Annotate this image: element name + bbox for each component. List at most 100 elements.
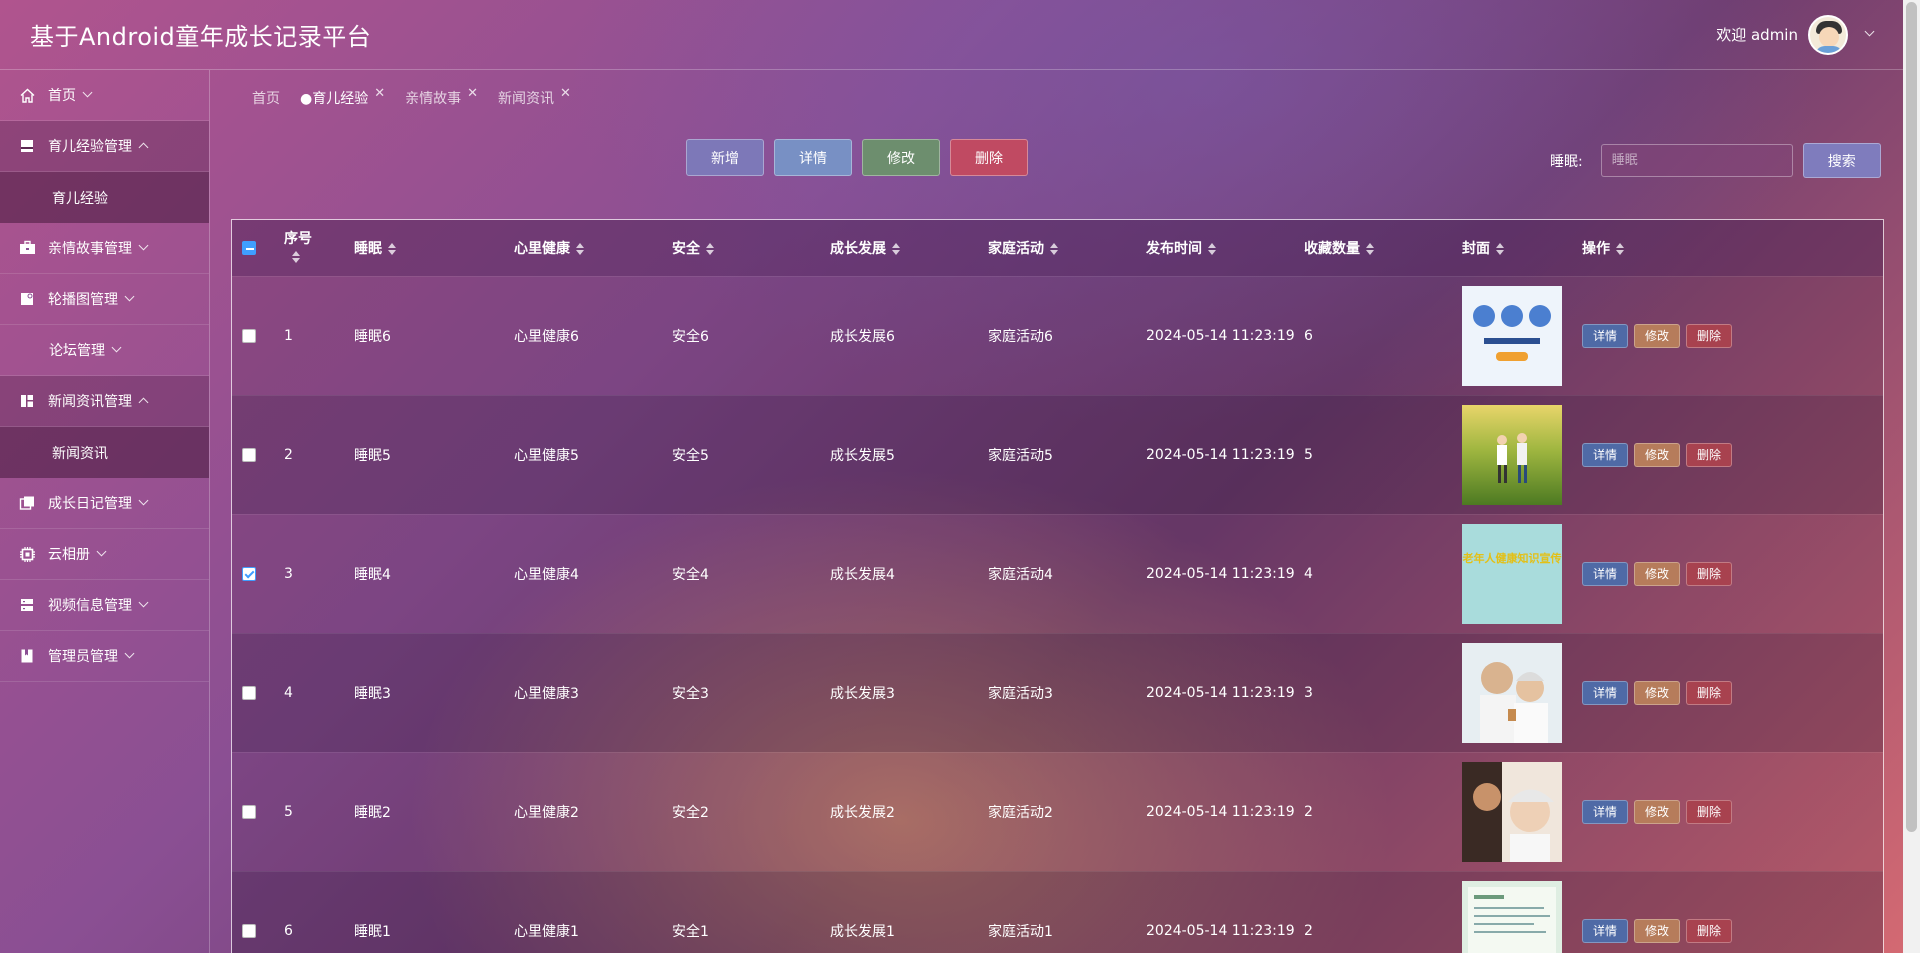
table-row[interactable]: 4 睡眠3 心里健康3 安全3 成长发展3 家庭活动3 2024-05-14 11:23:1…	[232, 632, 1883, 752]
edit-button[interactable]: 修改	[862, 139, 940, 176]
column-header[interactable]: 成长发展	[830, 220, 988, 276]
tab-label: 新闻资讯	[498, 91, 555, 107]
sidebar: 首页 育儿经验管理 育儿经验 亲情故事管理 轮播图管理 论坛管理 新闻资讯管理 …	[0, 70, 210, 953]
family-activity-cell: 家庭活动6	[988, 275, 1146, 395]
row-edit-button[interactable]: 修改	[1634, 918, 1680, 943]
row-edit-button[interactable]: 修改	[1634, 680, 1680, 705]
row-checkbox[interactable]	[242, 328, 256, 343]
sidebar-item-video[interactable]: 视频信息管理	[0, 580, 209, 631]
sort-icon[interactable]	[892, 242, 900, 255]
row-checkbox[interactable]	[242, 685, 256, 700]
row-checkbox[interactable]	[242, 804, 256, 819]
sort-icon[interactable]	[1208, 242, 1216, 255]
column-header[interactable]: 收藏数量	[1304, 220, 1462, 276]
add-button[interactable]: 新增	[686, 139, 764, 176]
user-menu[interactable]: 欢迎 admin	[1716, 14, 1875, 55]
sort-icon[interactable]	[1616, 242, 1624, 255]
image-doc-icon	[18, 290, 36, 308]
row-edit-button[interactable]: 修改	[1634, 561, 1680, 586]
cover-image: 老年人健康知识宣传	[1462, 513, 1582, 633]
sidebar-item-growth-diary[interactable]: 成长日记管理	[0, 478, 209, 529]
sort-icon[interactable]	[1366, 242, 1374, 255]
publish-time-cell: 2024-05-14 11:23:19	[1146, 394, 1304, 514]
sort-icon[interactable]	[1050, 242, 1058, 255]
table-row[interactable]: 3 睡眠4 心里健康4 安全4 成长发展4 家庭活动4 2024-05-14 11:23:1…	[232, 513, 1883, 633]
table-row[interactable]: 1 睡眠6 心里健康6 安全6 成长发展6 家庭活动6 2024-05-14 11:23:1…	[232, 275, 1883, 395]
search-button[interactable]: 搜索	[1802, 143, 1881, 178]
row-detail-button[interactable]: 详情	[1582, 561, 1628, 586]
sidebar-item-family-stories[interactable]: 亲情故事管理	[0, 223, 209, 274]
sidebar-item-forum[interactable]: 论坛管理	[0, 325, 209, 376]
row-delete-button[interactable]: 删除	[1686, 799, 1732, 824]
sort-icon[interactable]	[1496, 242, 1504, 255]
sidebar-item-news[interactable]: 新闻资讯管理	[0, 376, 209, 427]
row-delete-button[interactable]: 删除	[1686, 442, 1732, 467]
column-header[interactable]: 封面	[1462, 220, 1582, 276]
cover-image	[1462, 751, 1582, 871]
avatar[interactable]	[1808, 14, 1848, 55]
row-delete-button[interactable]: 删除	[1686, 561, 1732, 586]
column-header[interactable]: 家庭活动	[988, 220, 1146, 276]
chevron-up-icon	[138, 142, 149, 152]
sidebar-item-label: 育儿经验管理	[48, 139, 132, 155]
row-index: 2	[284, 394, 354, 514]
row-detail-button[interactable]: 详情	[1582, 442, 1628, 467]
row-checkbox[interactable]	[242, 566, 256, 581]
row-detail-button[interactable]: 详情	[1582, 799, 1628, 824]
row-edit-button[interactable]: 修改	[1634, 323, 1680, 348]
tab-home[interactable]: 首页	[252, 88, 280, 108]
scrollbar-thumb[interactable]	[1906, 2, 1917, 832]
row-detail-button[interactable]: 详情	[1582, 680, 1628, 705]
search-input[interactable]	[1600, 144, 1793, 177]
sidebar-subitem-news[interactable]: 新闻资讯	[0, 427, 209, 478]
sleep-cell: 睡眠2	[354, 751, 514, 871]
column-header[interactable]: 操作	[1582, 220, 1883, 276]
row-edit-button[interactable]: 修改	[1634, 799, 1680, 824]
detail-button[interactable]: 详情	[774, 139, 852, 176]
publish-time-cell: 2024-05-14 11:23:19	[1146, 275, 1304, 395]
column-header[interactable]: 心里健康	[514, 220, 672, 276]
tab-label: ●育儿经验	[300, 91, 369, 107]
close-icon[interactable]: ✕	[560, 86, 571, 101]
table-row[interactable]: 6 睡眠1 心里健康1 安全1 成长发展1 家庭活动1 2024-05-14 11:23:1…	[232, 870, 1883, 953]
chevron-down-icon	[124, 648, 135, 658]
sort-icon[interactable]	[292, 250, 300, 263]
sort-icon[interactable]	[706, 242, 714, 255]
row-detail-button[interactable]: 详情	[1582, 323, 1628, 348]
growth-cell: 成长发展1	[830, 870, 988, 953]
chevron-down-icon[interactable]	[1864, 26, 1875, 37]
row-checkbox[interactable]	[242, 923, 256, 938]
chevron-down-icon	[138, 597, 149, 607]
column-header[interactable]: 发布时间	[1146, 220, 1304, 276]
tab-parenting-experience[interactable]: ●育儿经验 ✕	[300, 86, 385, 108]
row-delete-button[interactable]: 删除	[1686, 680, 1732, 705]
page-scrollbar[interactable]	[1903, 0, 1920, 953]
row-edit-button[interactable]: 修改	[1634, 442, 1680, 467]
tab-news[interactable]: 新闻资讯 ✕	[498, 86, 571, 108]
tab-family-stories[interactable]: 亲情故事 ✕	[405, 86, 478, 108]
sort-icon[interactable]	[388, 242, 396, 255]
sidebar-item-carousel[interactable]: 轮播图管理	[0, 274, 209, 325]
table-row[interactable]: 2 睡眠5 心里健康5 安全5 成长发展5 家庭活动5 2024-05-14 11:23:1…	[232, 394, 1883, 514]
row-detail-button[interactable]: 详情	[1582, 918, 1628, 943]
sidebar-item-admin[interactable]: 管理员管理	[0, 631, 209, 682]
sort-icon[interactable]	[576, 242, 584, 255]
row-checkbox[interactable]	[242, 447, 256, 462]
sidebar-item-home[interactable]: 首页	[0, 70, 209, 121]
close-icon[interactable]: ✕	[467, 86, 478, 101]
tab-label: 亲情故事	[405, 91, 462, 107]
column-header[interactable]: 安全	[672, 220, 830, 276]
sidebar-item-cloud-album[interactable]: 云相册	[0, 529, 209, 580]
growth-cell: 成长发展5	[830, 394, 988, 514]
close-icon[interactable]: ✕	[374, 86, 385, 101]
select-all-checkbox[interactable]	[242, 240, 256, 255]
column-header[interactable]: 序号	[284, 220, 354, 276]
sidebar-item-parenting[interactable]: 育儿经验管理	[0, 121, 209, 172]
delete-button[interactable]: 删除	[950, 139, 1028, 176]
row-delete-button[interactable]: 删除	[1686, 323, 1732, 348]
column-header[interactable]: 睡眠	[354, 220, 514, 276]
sidebar-item-label: 轮播图管理	[48, 292, 118, 308]
sidebar-subitem-parenting-experience[interactable]: 育儿经验	[0, 172, 209, 223]
row-delete-button[interactable]: 删除	[1686, 918, 1732, 943]
table-row[interactable]: 5 睡眠2 心里健康2 安全2 成长发展2 家庭活动2 2024-05-14 11:23:1…	[232, 751, 1883, 871]
